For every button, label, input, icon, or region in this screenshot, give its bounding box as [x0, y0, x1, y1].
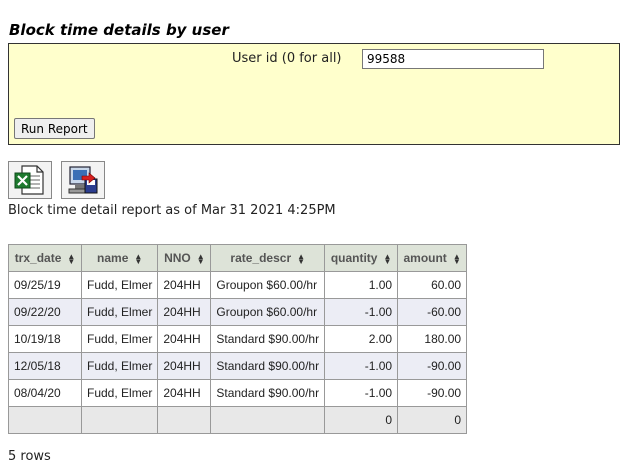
table-row: 09/25/19 Fudd, Elmer 204HH Groupon $60.0…	[8, 271, 468, 299]
column-header-name[interactable]: name ▲ ▼	[80, 244, 159, 272]
cell-rate-descr: Standard $90.00/hr	[210, 379, 326, 407]
table-header-row: trx_date ▲ ▼ name ▲ ▼ NNO ▲ ▼ rate_descr ▲ ▼ qua…	[8, 244, 468, 272]
excel-export-button[interactable]	[8, 161, 52, 199]
cell-nno: 204HH	[157, 325, 212, 353]
cell-rate-descr: Standard $90.00/hr	[210, 352, 326, 380]
cell-quantity: -1.00	[324, 379, 399, 407]
save-report-button[interactable]	[61, 161, 105, 199]
report-timestamp: Block time detail report as of Mar 31 20…	[8, 203, 336, 218]
cell-name: Fudd, Elmer	[80, 298, 159, 326]
totals-empty-cell	[157, 406, 212, 434]
cell-rate-descr: Groupon $60.00/hr	[210, 271, 326, 299]
save-report-icon	[68, 166, 98, 194]
total-amount: 0	[397, 406, 468, 434]
totals-row: 0 0	[8, 406, 468, 434]
block-time-table: trx_date ▲ ▼ name ▲ ▼ NNO ▲ ▼ rate_descr ▲ ▼ qua…	[8, 244, 468, 434]
page-title: Block time details by user	[9, 21, 229, 39]
sort-icon: ▲ ▼	[67, 251, 76, 266]
cell-trx-date: 09/22/20	[8, 298, 82, 326]
user-id-input[interactable]	[362, 49, 544, 69]
cell-nno: 204HH	[157, 352, 212, 380]
cell-name: Fudd, Elmer	[80, 352, 159, 380]
totals-empty-cell	[80, 406, 159, 434]
column-header-trx-date[interactable]: trx_date ▲ ▼	[8, 244, 82, 272]
user-id-label: User id (0 for all)	[232, 51, 342, 66]
cell-amount: 180.00	[397, 325, 468, 353]
cell-quantity: 2.00	[324, 325, 399, 353]
cell-nno: 204HH	[157, 379, 212, 407]
cell-amount: -90.00	[397, 352, 468, 380]
cell-amount: -90.00	[397, 379, 468, 407]
column-header-amount[interactable]: amount ▲ ▼	[397, 244, 468, 272]
totals-empty-cell	[8, 406, 82, 434]
sort-icon: ▲ ▼	[383, 251, 392, 266]
cell-quantity: -1.00	[324, 352, 399, 380]
table-row: 12/05/18 Fudd, Elmer 204HH Standard $90.…	[8, 352, 468, 380]
excel-export-icon	[14, 165, 44, 195]
cell-rate-descr: Standard $90.00/hr	[210, 325, 326, 353]
totals-empty-cell	[210, 406, 326, 434]
column-header-quantity[interactable]: quantity ▲ ▼	[324, 244, 399, 272]
run-report-button[interactable]: Run Report	[14, 118, 95, 139]
sort-icon: ▲ ▼	[134, 251, 143, 266]
sort-icon: ▲ ▼	[297, 251, 306, 266]
cell-name: Fudd, Elmer	[80, 271, 159, 299]
cell-quantity: -1.00	[324, 298, 399, 326]
report-asof-prefix: Block time detail report as of	[8, 203, 197, 218]
column-header-rate-descr[interactable]: rate_descr ▲ ▼	[210, 244, 326, 272]
report-asof-timestamp: Mar 31 2021 4:25PM	[200, 203, 336, 218]
cell-amount: 60.00	[397, 271, 468, 299]
cell-nno: 204HH	[157, 298, 212, 326]
total-quantity: 0	[324, 406, 399, 434]
column-header-nno[interactable]: NNO ▲ ▼	[157, 244, 212, 272]
cell-quantity: 1.00	[324, 271, 399, 299]
cell-trx-date: 10/19/18	[8, 325, 82, 353]
cell-name: Fudd, Elmer	[80, 325, 159, 353]
cell-rate-descr: Groupon $60.00/hr	[210, 298, 326, 326]
cell-amount: -60.00	[397, 298, 468, 326]
cell-nno: 204HH	[157, 271, 212, 299]
table-row: 09/22/20 Fudd, Elmer 204HH Groupon $60.0…	[8, 298, 468, 326]
cell-name: Fudd, Elmer	[80, 379, 159, 407]
cell-trx-date: 09/25/19	[8, 271, 82, 299]
cell-trx-date: 12/05/18	[8, 352, 82, 380]
cell-trx-date: 08/04/20	[8, 379, 82, 407]
report-form: User id (0 for all) Run Report	[8, 43, 620, 145]
sort-icon: ▲ ▼	[452, 251, 461, 266]
table-row: 10/19/18 Fudd, Elmer 204HH Standard $90.…	[8, 325, 468, 353]
sort-icon: ▲ ▼	[196, 251, 205, 266]
table-row: 08/04/20 Fudd, Elmer 204HH Standard $90.…	[8, 379, 468, 407]
